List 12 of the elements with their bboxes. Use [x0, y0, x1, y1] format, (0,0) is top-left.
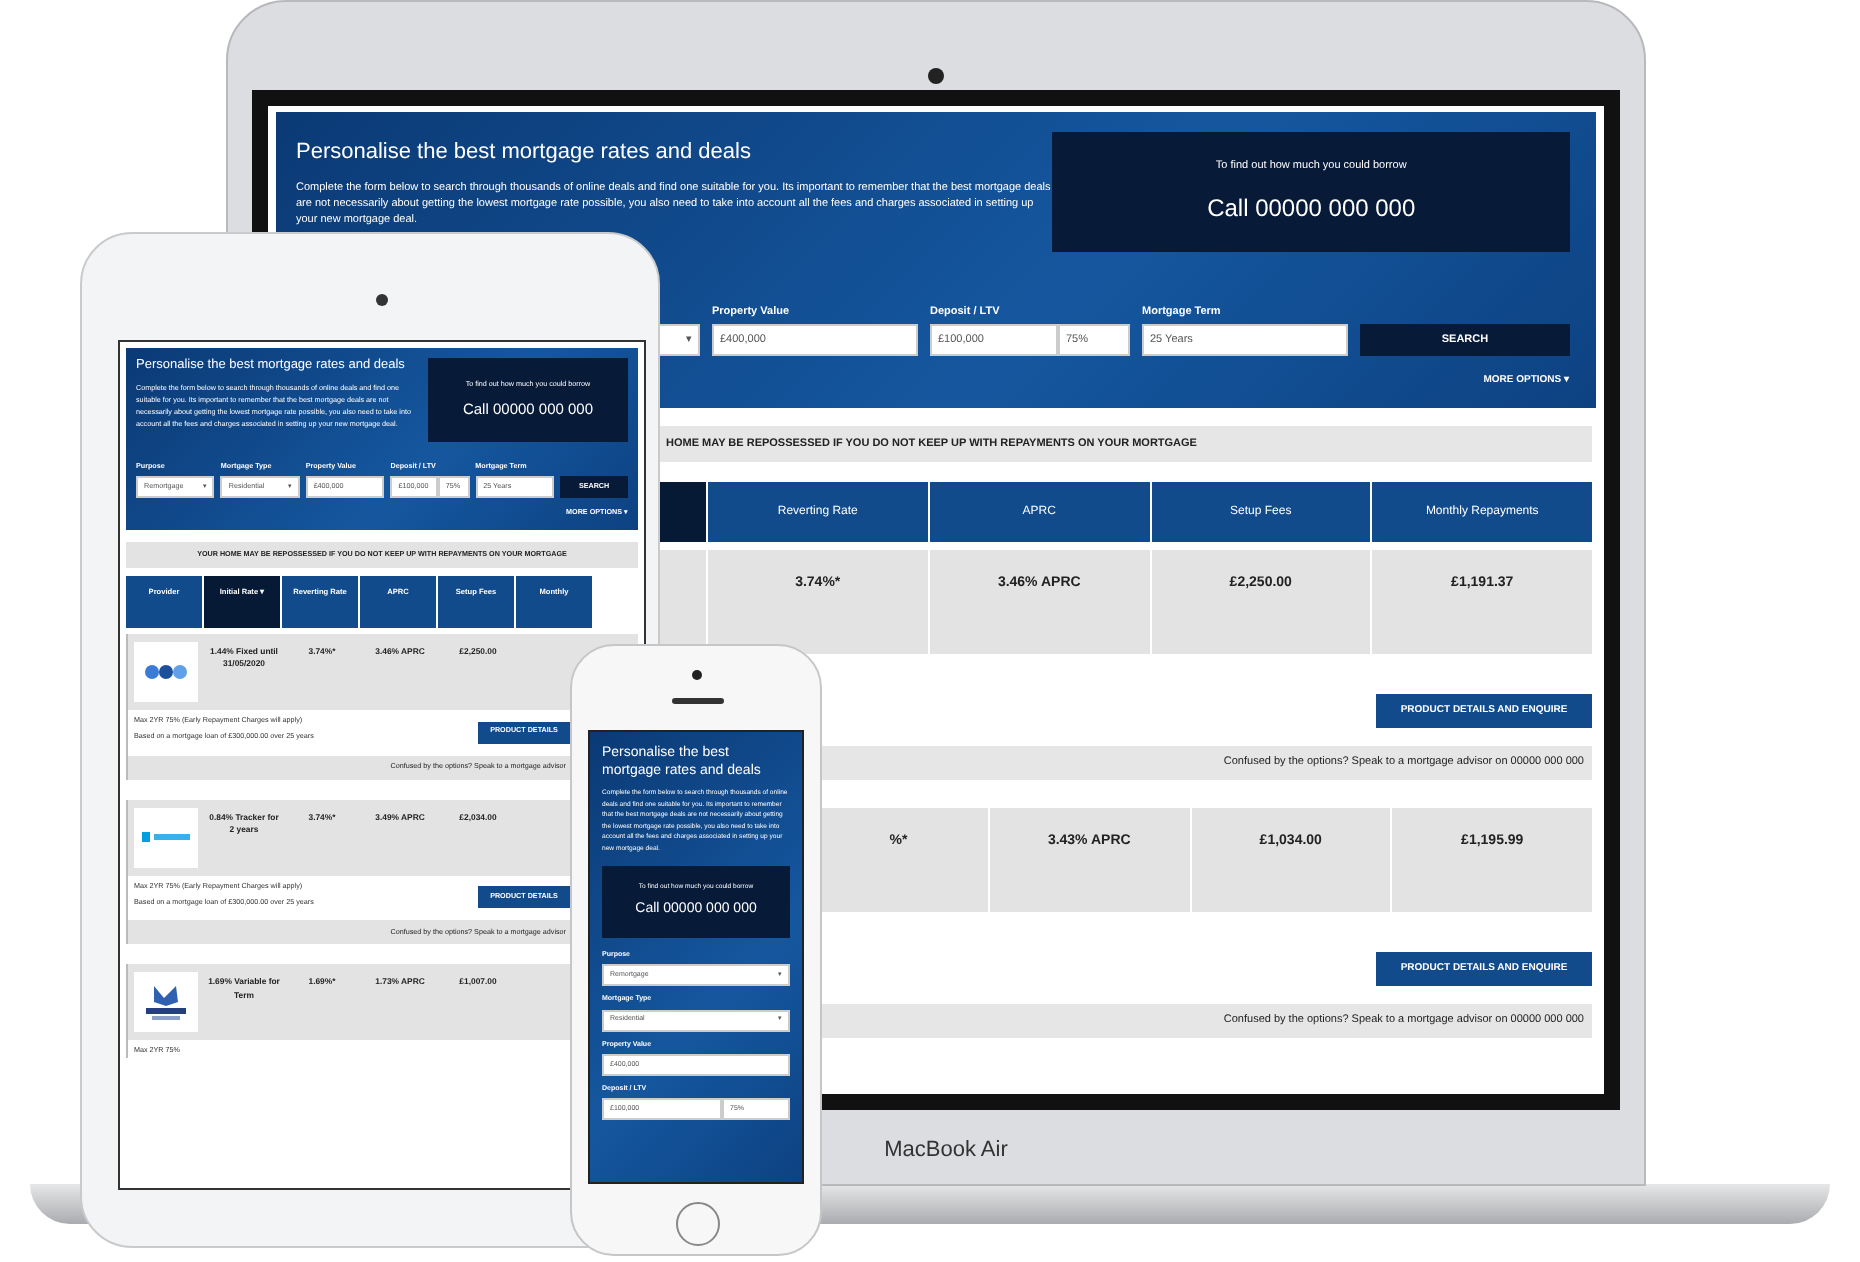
logo-icon	[142, 832, 190, 843]
phone-number: Call 00000 000 000	[1207, 192, 1416, 227]
sorted-column-header[interactable]	[658, 482, 706, 542]
logo-icon	[144, 663, 188, 680]
camera-icon	[692, 670, 702, 680]
laptop-brand: MacBook Air	[884, 1136, 1008, 1166]
speaker-icon	[672, 698, 724, 704]
logo-icon	[144, 982, 188, 1023]
page-heading: Personalise the best mortgage rates and deals	[296, 138, 753, 168]
camera-icon	[928, 68, 944, 84]
home-button[interactable]	[676, 1202, 720, 1246]
camera-icon	[376, 294, 388, 306]
